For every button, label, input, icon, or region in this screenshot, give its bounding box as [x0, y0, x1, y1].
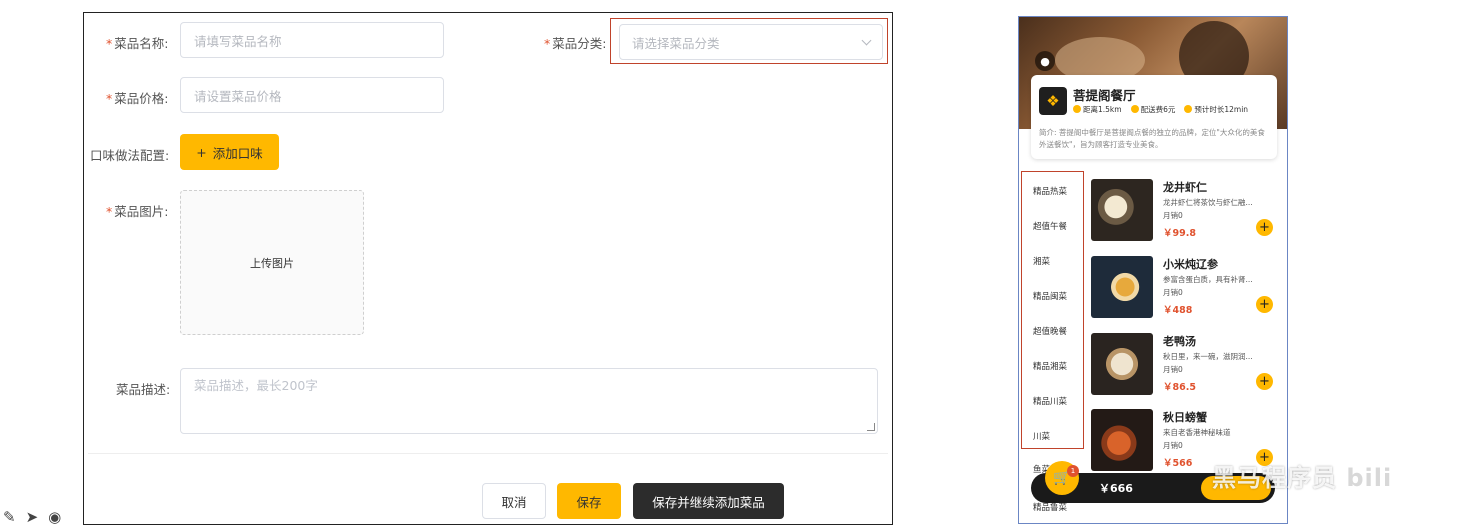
- pen-icon[interactable]: ✎: [3, 508, 16, 526]
- dish-name-placeholder: 请填写菜品名称: [194, 33, 282, 49]
- chevron-down-icon: [861, 35, 872, 45]
- dish-image: [1091, 333, 1153, 395]
- category-item[interactable]: 超值晚餐: [1033, 325, 1067, 337]
- category-highlight-box: [1021, 171, 1084, 449]
- dish-desc-label: 菜品描述:: [116, 382, 171, 397]
- dish-name: 龙井虾仁: [1163, 181, 1207, 194]
- upload-text: 上传图片: [250, 256, 294, 270]
- shop-description: 简介: 菩提阁中餐厅是菩提阁点餐的独立的品牌，定位"大众化的美食外送餐饮"，旨为…: [1039, 128, 1265, 149]
- dish-price: ￥86.5: [1163, 382, 1196, 393]
- dish-item[interactable]: 老鸭汤 秋日里，来一碗，滋阴润... 月销0 ￥86.5 +: [1091, 333, 1281, 399]
- category-highlight-box: 请选择菜品分类: [610, 18, 888, 64]
- dish-sales: 月销0: [1163, 365, 1183, 374]
- dish-image: [1091, 179, 1153, 241]
- dish-image-label: * 菜品图片:: [106, 201, 168, 220]
- category-item[interactable]: 超值午餐: [1033, 220, 1067, 232]
- resize-handle-icon[interactable]: [867, 423, 875, 431]
- dish-item[interactable]: 龙井虾仁 龙井虾仁将茶饮与虾仁融... 月销0 ￥99.8 +: [1091, 179, 1281, 245]
- dish-name: 老鸭汤: [1163, 335, 1196, 348]
- dish-price: ￥488: [1163, 305, 1193, 316]
- add-flavor-label: 添加口味: [212, 145, 263, 161]
- watermark: 黑马程序员 bili: [1212, 458, 1392, 493]
- annotation-toolbar: ✎ ➤ ◉: [3, 508, 61, 526]
- category-item[interactable]: 精品闽菜: [1033, 290, 1067, 302]
- dish-sales: 月销0: [1163, 211, 1183, 220]
- dish-price: ￥566: [1163, 458, 1193, 469]
- plus-icon: +: [196, 144, 207, 160]
- dish-category-placeholder: 请选择菜品分类: [632, 35, 720, 51]
- cancel-button[interactable]: 取消: [482, 483, 546, 519]
- shop-logo-icon: ❖: [1039, 87, 1067, 115]
- cart-total: ￥666: [1099, 482, 1133, 495]
- mobile-preview: ● ❖ 菩提阁餐厅 距离1.5km 配送费6元 预计时长12min 简介: 菩提…: [1018, 16, 1288, 524]
- dish-form: * 菜品名称: 请填写菜品名称 * 菜品分类: 请选择菜品分类 * 菜品价格: 请设置…: [83, 12, 893, 525]
- watermark-logo: bili: [1346, 464, 1393, 492]
- clock-icon: [1073, 105, 1081, 113]
- save-and-continue-button[interactable]: 保存并继续添加菜品: [633, 483, 784, 519]
- dish-category-label: * 菜品分类:: [544, 33, 606, 52]
- dish-desc-placeholder: 菜品描述，最长200字: [194, 378, 318, 393]
- required-mark: *: [106, 91, 113, 106]
- dish-name-label: * 菜品名称:: [106, 33, 168, 52]
- category-item[interactable]: 精品川菜: [1033, 395, 1067, 407]
- dish-image-label-text: 菜品图片:: [114, 204, 169, 219]
- shop-delivery-fee: 配送费6元: [1130, 104, 1175, 115]
- record-icon[interactable]: ◉: [48, 508, 61, 526]
- dish-item[interactable]: 小米炖辽参 参富含蛋白质，具有补肾... 月销0 ￥488 +: [1091, 256, 1281, 322]
- category-item[interactable]: 川菜: [1033, 430, 1050, 442]
- required-mark: *: [544, 36, 551, 51]
- dish-desc: 参富含蛋白质，具有补肾...: [1163, 275, 1253, 284]
- category-item[interactable]: 精品热菜: [1033, 185, 1067, 197]
- dish-price-input[interactable]: 请设置菜品价格: [180, 77, 444, 113]
- dish-name: 秋日螃蟹: [1163, 411, 1207, 424]
- add-to-cart-icon[interactable]: +: [1256, 219, 1273, 236]
- shop-name: 菩提阁餐厅: [1073, 88, 1136, 103]
- dish-image: [1091, 256, 1153, 318]
- screen: * 菜品名称: 请填写菜品名称 * 菜品分类: 请选择菜品分类 * 菜品价格: 请设置…: [0, 0, 1475, 529]
- shop-distance: 距离1.5km: [1073, 104, 1122, 115]
- image-upload-area[interactable]: 上传图片: [180, 190, 364, 335]
- dish-category-select[interactable]: 请选择菜品分类: [619, 24, 883, 60]
- divider: [88, 453, 888, 454]
- required-mark: *: [106, 36, 113, 51]
- cursor-icon[interactable]: ➤: [26, 508, 39, 526]
- dish-price: ￥99.8: [1163, 228, 1196, 239]
- dish-name-label-text: 菜品名称:: [114, 36, 169, 51]
- dish-price-placeholder: 请设置菜品价格: [194, 88, 282, 104]
- cart-count-badge: 1: [1067, 465, 1079, 477]
- flavor-config-label: 口味做法配置:: [90, 148, 170, 163]
- dish-desc: 来自老香港神秘味道: [1163, 428, 1231, 437]
- dish-desc-textarea[interactable]: 菜品描述，最长200字: [180, 368, 878, 434]
- dish-name-input[interactable]: 请填写菜品名称: [180, 22, 444, 58]
- shop-eta: 预计时长12min: [1184, 104, 1248, 115]
- shop-info-card: ❖ 菩提阁餐厅 距离1.5km 配送费6元 预计时长12min 简介: 菩提阁中…: [1031, 75, 1277, 159]
- category-item[interactable]: 精品湘菜: [1033, 360, 1067, 372]
- add-flavor-button[interactable]: + 添加口味: [180, 134, 279, 170]
- add-to-cart-icon[interactable]: +: [1256, 296, 1273, 313]
- shop-meta: 距离1.5km 配送费6元 预计时长12min: [1073, 104, 1248, 115]
- dish-price-label: * 菜品价格:: [106, 88, 168, 107]
- dish-name: 小米炖辽参: [1163, 258, 1218, 271]
- dish-category-label-text: 菜品分类:: [552, 36, 607, 51]
- dish-sales: 月销0: [1163, 441, 1183, 450]
- dish-sales: 月销0: [1163, 288, 1183, 297]
- send-icon: [1184, 105, 1193, 113]
- dish-desc: 秋日里，来一碗，滋阴润...: [1163, 352, 1253, 361]
- dish-price-label-text: 菜品价格:: [114, 91, 169, 106]
- dish-image: [1091, 409, 1153, 471]
- dish-desc: 龙井虾仁将茶饮与虾仁融...: [1163, 198, 1253, 207]
- watermark-text: 黑马程序员: [1212, 464, 1337, 492]
- category-item[interactable]: 湘菜: [1033, 255, 1050, 267]
- add-to-cart-icon[interactable]: +: [1256, 373, 1273, 390]
- fee-icon: [1130, 105, 1139, 113]
- save-button[interactable]: 保存: [557, 483, 621, 519]
- user-icon[interactable]: ●: [1035, 51, 1055, 71]
- required-mark: *: [106, 204, 113, 219]
